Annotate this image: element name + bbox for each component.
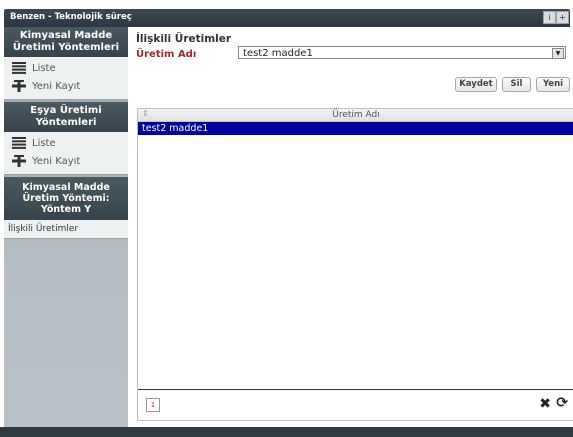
- clear-filter-icon[interactable]: ✖: [539, 396, 551, 412]
- bottom-bar: [0, 427, 573, 437]
- table-header: ⇕ Üretim Adı: [138, 109, 573, 122]
- title-bar: Benzen - Teknolojik süreç i +: [4, 9, 570, 27]
- sidebar-item-label: Yeni Kayıt: [32, 155, 81, 167]
- table-footer: 1 ✖ ⟳: [138, 389, 573, 420]
- column-header-production-name[interactable]: Üretim Adı: [138, 109, 573, 121]
- section-title-items: Eşya Üretimi Yöntemleri: [4, 102, 128, 132]
- help-icon[interactable]: +: [556, 11, 569, 24]
- add-record-icon: [12, 80, 26, 92]
- sidebar-item-list-chemical[interactable]: Liste: [4, 59, 128, 77]
- info-icon[interactable]: i: [543, 11, 556, 24]
- sidebar: Kimyasal Madde Üretimi Yöntemleri Liste …: [4, 27, 128, 427]
- sidebar-section-items: Eşya Üretimi Yöntemleri Liste Yeni Kayıt: [4, 102, 128, 175]
- sidebar-item-related-productions[interactable]: İlişkili Üretimler: [4, 220, 128, 239]
- production-name-label: Üretim Adı: [136, 49, 197, 60]
- sidebar-item-new-items[interactable]: Yeni Kayıt: [4, 152, 128, 170]
- window-titlebar: Benzen - Teknolojik süreç i +: [0, 0, 573, 27]
- list-icon: [12, 137, 26, 149]
- add-record-icon: [12, 155, 26, 167]
- sidebar-section-chemical: Kimyasal Madde Üretimi Yöntemleri Liste …: [4, 27, 128, 100]
- section-title-chemical: Kimyasal Madde Üretimi Yöntemleri: [4, 27, 128, 57]
- sidebar-item-new-chemical[interactable]: Yeni Kayıt: [4, 77, 128, 95]
- productions-table: ⇕ Üretim Adı test2 madde1 1 ✖ ⟳: [137, 108, 573, 421]
- list-icon: [12, 62, 26, 74]
- production-name-select[interactable]: test2 madde1 ▼: [238, 46, 566, 59]
- save-button[interactable]: Kaydet: [455, 77, 497, 92]
- table-row[interactable]: test2 madde1: [138, 122, 573, 135]
- page-title: İlişkili Üretimler: [136, 33, 232, 45]
- new-button[interactable]: Yeni: [536, 77, 570, 92]
- window-title: Benzen - Teknolojik süreç: [10, 12, 132, 22]
- delete-button[interactable]: Sil: [502, 77, 531, 92]
- main-panel: İlişkili Üretimler Üretim Adı test2 madd…: [128, 27, 573, 427]
- sidebar-item-label: Liste: [32, 62, 56, 74]
- section-body-chemical: Liste Yeni Kayıt: [4, 57, 128, 100]
- page-number[interactable]: 1: [146, 398, 160, 412]
- chevron-down-icon[interactable]: ▼: [552, 48, 564, 59]
- section-body-items: Liste Yeni Kayıt: [4, 132, 128, 175]
- select-value: test2 madde1: [243, 48, 313, 59]
- sidebar-item-label: Yeni Kayıt: [32, 80, 81, 92]
- sidebar-item-label: Liste: [32, 137, 56, 149]
- refresh-icon[interactable]: ⟳: [556, 395, 568, 411]
- current-record-title: Kimyasal Madde Üretim Yöntemi: Yöntem Y: [4, 177, 128, 220]
- sidebar-item-list-items[interactable]: Liste: [4, 134, 128, 152]
